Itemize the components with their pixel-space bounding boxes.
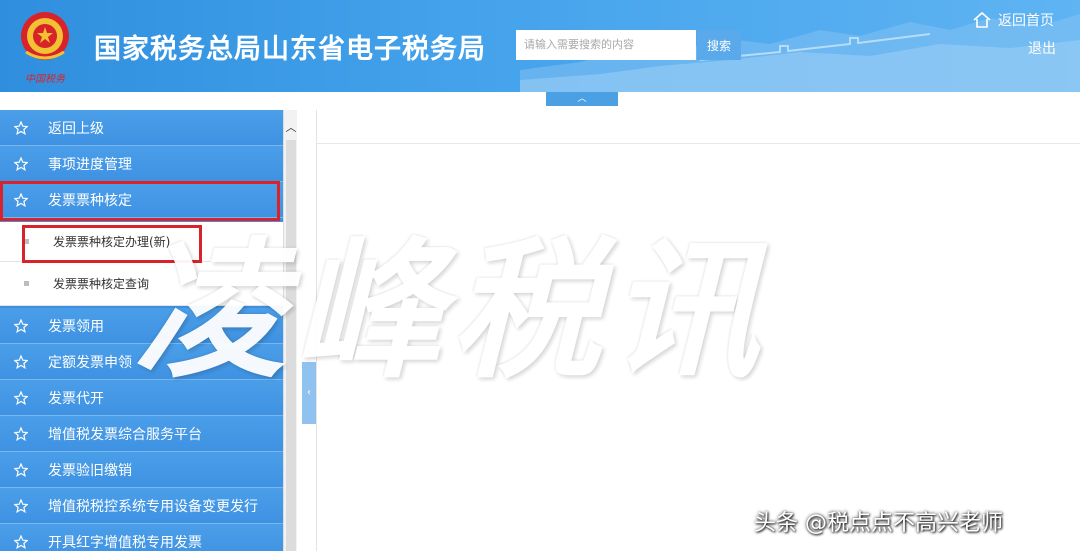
sidebar-item-vat-platform[interactable]: 增值税发票综合服务平台 [0,416,283,452]
sidebar-item-label: 发票领用 [48,318,104,335]
main-content [316,110,1080,551]
star-icon [14,318,28,333]
scroll-thumb[interactable] [286,140,296,551]
sidebar-toggle-handle[interactable]: ‹ [302,362,316,424]
site-title: 国家税务总局山东省电子税务局 [94,34,486,65]
chevron-left-icon: ‹ [307,387,311,398]
sidebar-item-invoice-type-approval[interactable]: 发票票种核定 [0,182,283,218]
sidebar-subitem-label: 发票票种核定办理(新) [53,235,171,249]
sidebar-scrollbar[interactable]: ︿ [283,110,297,551]
sidebar-item-red-invoice[interactable]: 开具红字增值税专用发票 [0,524,283,551]
site-header: 中国税务 国家税务总局山东省电子税务局 搜索 返回首页 退出 [0,0,1080,92]
sidebar-item-label: 发票票种核定 [48,192,132,209]
sidebar-item-invoice-cancel[interactable]: 发票验旧缴销 [0,452,283,488]
sidebar-item-label: 返回上级 [48,120,104,137]
sidebar-item-back[interactable]: 返回上级 [0,110,283,146]
search-input[interactable] [516,30,696,60]
home-link[interactable]: 返回首页 [972,10,1054,30]
sidebar-item-label: 增值税税控系统专用设备变更发行 [48,498,258,515]
logout-link[interactable]: 退出 [1028,38,1056,58]
star-icon [14,462,28,477]
sidebar-item-invoice-proxy[interactable]: 发票代开 [0,380,283,416]
content-topbar [317,110,1080,144]
sidebar-subitem-approval-apply[interactable]: 发票票种核定办理(新) [0,222,283,262]
sidebar-subitem-label: 发票票种核定查询 [53,277,150,291]
home-link-label: 返回首页 [998,13,1054,29]
svg-text:中国税务: 中国税务 [25,73,66,85]
star-icon [14,498,28,513]
star-icon [14,390,28,405]
sidebar-item-label: 定额发票申领 [48,354,132,371]
bullet-icon [24,281,29,286]
sidebar-item-fixed-invoice[interactable]: 定额发票申领 [0,344,283,380]
sidebar-item-progress[interactable]: 事项进度管理 [0,146,283,182]
sidebar-subitem-approval-query[interactable]: 发票票种核定查询 [0,262,283,306]
sidebar-item-label: 发票代开 [48,390,104,407]
author-credit: 头条 @税点点不高兴老师 [754,511,1003,536]
sidebar-item-tax-device-change[interactable]: 增值税税控系统专用设备变更发行 [0,488,283,524]
star-icon [14,534,28,549]
home-icon [973,11,991,28]
panel-splitter [297,110,315,551]
sidebar-item-label: 发票验旧缴销 [48,462,132,479]
star-icon [14,156,28,171]
sidebar-item-label: 事项进度管理 [48,156,132,173]
sidebar-item-label: 增值税发票综合服务平台 [48,426,202,443]
chevron-up-icon: ︿ [577,94,587,104]
search-button[interactable]: 搜索 [697,30,741,60]
star-icon [14,426,28,441]
sidebar-item-label: 开具红字增值税专用发票 [48,534,202,551]
bullet-icon [24,239,29,244]
tax-bureau-emblem: 中国税务 [21,12,69,85]
sidebar-item-invoice-receive[interactable]: 发票领用 [0,308,283,344]
header-collapse-tab[interactable]: ︿ [546,92,618,106]
scroll-up-icon[interactable]: ︿ [284,120,298,136]
star-icon [14,354,28,369]
sidebar-menu: 返回上级 事项进度管理 发票票种核定 发票票种核定办理(新) 发票票种核定查询 … [0,110,283,551]
star-icon [14,192,28,207]
star-icon [14,120,28,135]
